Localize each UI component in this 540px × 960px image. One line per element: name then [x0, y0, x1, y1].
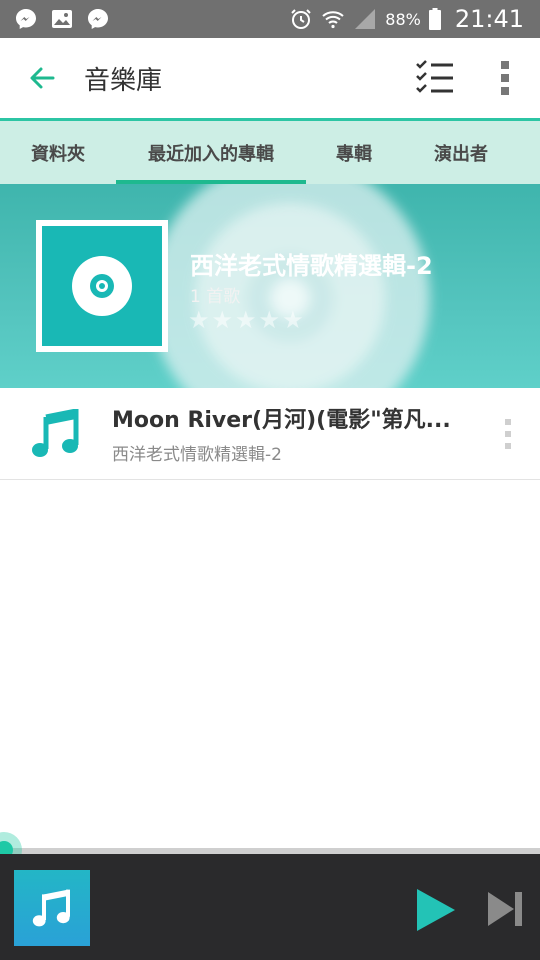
- cd-disc-icon: [72, 256, 132, 316]
- star-icon[interactable]: ★: [188, 308, 210, 332]
- overflow-menu-icon: [505, 418, 511, 449]
- music-note-icon: [32, 889, 70, 927]
- song-overflow-button[interactable]: [476, 388, 540, 480]
- star-icon[interactable]: ★: [282, 308, 304, 332]
- album-rating[interactable]: ★ ★ ★ ★ ★: [188, 308, 304, 332]
- wifi-icon: [322, 11, 344, 29]
- notification-icons: [0, 7, 110, 31]
- album-song-count: 1 首歌: [190, 287, 241, 307]
- play-button[interactable]: [410, 884, 462, 936]
- star-icon[interactable]: ★: [259, 308, 281, 332]
- gallery-icon: [52, 10, 72, 28]
- tab-folders[interactable]: 資料夾: [0, 121, 116, 184]
- song-icon: [0, 388, 112, 480]
- battery-percentage: 88%: [385, 9, 421, 29]
- mini-player: [0, 854, 540, 960]
- now-playing-art[interactable]: [14, 870, 90, 946]
- tab-recently-added-albums[interactable]: 最近加入的專輯: [116, 121, 306, 184]
- messenger-icon: [88, 9, 108, 29]
- play-icon: [417, 889, 455, 931]
- status-bar: 88% 21:41: [0, 0, 540, 38]
- back-button[interactable]: [0, 38, 84, 118]
- song-list: Moon River(月河)(電影"第凡... 西洋老式情歌精選輯-2: [0, 388, 540, 480]
- signal-icon: [355, 9, 376, 29]
- tab-albums[interactable]: 專輯: [306, 121, 402, 184]
- song-album: 西洋老式情歌精選輯-2: [112, 445, 282, 465]
- star-icon[interactable]: ★: [235, 308, 257, 332]
- system-status: 88% 21:41: [289, 5, 540, 33]
- song-title: Moon River(月河)(電影"第凡...: [112, 408, 451, 433]
- page-title: 音樂庫: [84, 65, 163, 96]
- music-note-icon: [32, 408, 79, 457]
- album-header: 西洋老式情歌精選輯-2 1 首歌 ★ ★ ★ ★ ★: [0, 184, 540, 388]
- overflow-menu-icon: [501, 61, 509, 95]
- star-icon[interactable]: ★: [212, 308, 234, 332]
- app-bar: 音樂庫: [0, 38, 540, 118]
- library-tabs: 資料夾 最近加入的專輯 專輯 演出者: [0, 118, 540, 184]
- tab-artists[interactable]: 演出者: [402, 121, 520, 184]
- messenger-icon: [16, 9, 36, 29]
- battery-icon: [428, 8, 441, 30]
- overflow-menu-button[interactable]: [470, 38, 540, 118]
- alarm-icon: [291, 9, 311, 29]
- back-arrow-icon: [30, 67, 55, 89]
- music-library-screen: 88% 21:41 音樂庫 資料夾 最近加入的專輯 專輯 演出者 西洋老式情歌精…: [0, 0, 540, 960]
- list-item[interactable]: Moon River(月河)(電影"第凡... 西洋老式情歌精選輯-2: [0, 388, 540, 480]
- album-cover[interactable]: [36, 220, 168, 352]
- select-mode-button[interactable]: [400, 38, 470, 118]
- skip-next-icon: [488, 892, 522, 926]
- checklist-icon: [416, 60, 453, 93]
- album-title: 西洋老式情歌精選輯-2: [190, 252, 433, 280]
- next-button[interactable]: [482, 886, 528, 932]
- clock: 21:41: [454, 5, 524, 33]
